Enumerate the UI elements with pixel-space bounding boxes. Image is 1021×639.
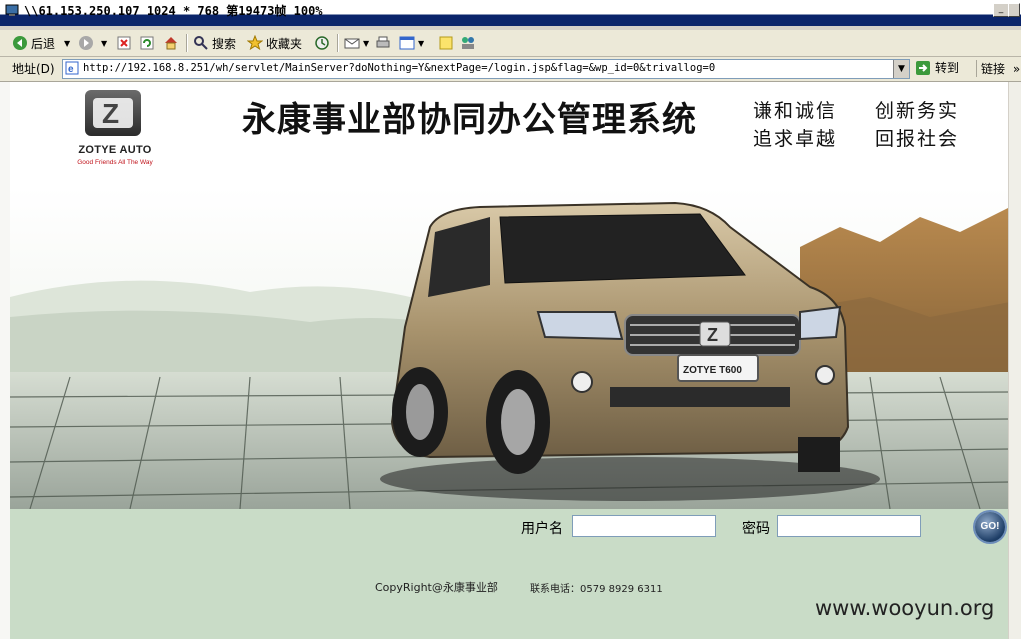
go-label: 转到 [935,61,960,75]
back-arrow-icon [13,36,27,50]
svg-text:e: e [68,64,74,75]
history-icon [315,36,329,50]
brand-name: ZOTYE AUTO [78,144,152,156]
page-header: Z ZOTYE AUTO Good Friends All The Way 永康… [10,82,1010,187]
favorites-label: 收藏夹 [266,36,303,51]
edit-page-icon [399,36,415,50]
favorites-button[interactable]: 收藏夹 [247,34,302,52]
page-viewport: Z ZOTYE AUTO Good Friends All The Way 永康… [10,82,1010,639]
window-button-partial[interactable] [1008,3,1020,17]
chevron-down-icon[interactable]: ▼ [64,39,70,48]
zotye-emblem-icon: Z [85,90,141,136]
history-button[interactable] [314,34,330,52]
print-button[interactable] [375,34,391,52]
mail-button[interactable]: ▼ [344,34,369,52]
refresh-icon [140,36,154,50]
emblem-letter: Z [102,98,119,129]
discuss-button[interactable] [438,34,454,52]
go-arrow-icon [916,60,930,75]
password-field[interactable] [777,515,921,537]
back-button[interactable]: 后退 ▼ [12,34,70,52]
login-go-button[interactable]: GO! [975,512,1005,542]
address-url: http://192.168.8.251/wh/servlet/MainServ… [83,62,716,74]
links-more-icon: » [1012,62,1021,76]
slogan-4: 回报社会 [875,128,960,150]
edit-button[interactable]: ▼ [399,34,424,52]
mail-icon [344,38,360,49]
page-title: 永康事业部协同办公管理系统 [242,100,697,140]
address-label: 地址(D) [12,62,55,76]
chevron-down-icon[interactable]: ▼ [101,39,107,48]
stop-button[interactable] [116,34,132,52]
people-icon [462,37,474,49]
zotye-logo: Z ZOTYE AUTO Good Friends All The Way [65,90,165,180]
ie-page-icon: e [65,61,79,75]
slogan-1: 谦和诚信 [753,100,838,122]
browser-toolbar: 后退 ▼ ▼ 搜索 收藏夹 ▼ ▼ [0,30,1021,57]
star-icon [247,35,263,51]
window-titlebar: \\61.153.250.107 1024 * 768 第19473帧 100%… [0,0,1021,26]
footer-copyright: CopyRight@永康事业部 [375,581,498,594]
grille-letter: Z [707,325,718,345]
chevron-down-icon[interactable]: ▼ [363,39,369,48]
go-button[interactable]: 转到 [915,59,959,76]
home-button[interactable] [163,34,179,52]
chevron-down-icon: ▼ [898,64,905,74]
search-button[interactable]: 搜索 [193,34,236,52]
vertical-scrollbar[interactable] [1008,82,1021,639]
chevron-down-icon[interactable]: ▼ [418,39,424,48]
left-edge [0,82,10,639]
footer-phone: 联系电话：0579 8929 6311 [530,584,663,595]
username-field[interactable] [572,515,716,537]
address-input[interactable]: e http://192.168.8.251/wh/servlet/MainSe… [62,59,910,79]
window-title: \\61.153.250.107 1024 * 768 第19473帧 100% [24,4,323,18]
slogan-2: 创新务实 [875,100,960,122]
stop-icon [117,36,131,50]
toolbar-separator [186,34,188,52]
refresh-button[interactable] [139,34,155,52]
links-button[interactable]: 链接 » [976,60,1020,77]
slogan-3: 追求卓越 [753,128,838,150]
address-bar: 地址(D) e http://192.168.8.251/wh/servlet/… [0,57,1021,82]
forward-arrow-icon [79,36,93,50]
links-label: 链接 [981,62,1006,76]
license-plate-text: ZOTYE T600 [683,365,742,376]
back-label: 后退 [31,36,56,51]
home-icon [165,37,177,50]
brand-tagline: Good Friends All The Way [77,159,153,166]
search-label: 搜索 [212,36,237,51]
forward-button[interactable]: ▼ [78,34,107,52]
login-form: 用户名 密码 GO! [10,509,1010,549]
password-label: 密码 [742,521,770,537]
minimize-glyph: _ [998,4,1004,14]
minimize-button[interactable]: _ [993,3,1009,17]
remote-desktop-icon [5,4,19,16]
toolbar-separator [337,34,339,52]
search-icon [194,36,208,50]
address-dropdown-button[interactable]: ▼ [893,60,909,78]
suv-banner-image: Z ZOTYE T600 [10,187,1010,509]
watermark-text: www.wooyun.org [815,596,995,620]
printer-icon [376,36,390,48]
note-icon [439,36,453,50]
username-label: 用户名 [521,521,563,537]
messenger-button[interactable] [460,34,476,52]
